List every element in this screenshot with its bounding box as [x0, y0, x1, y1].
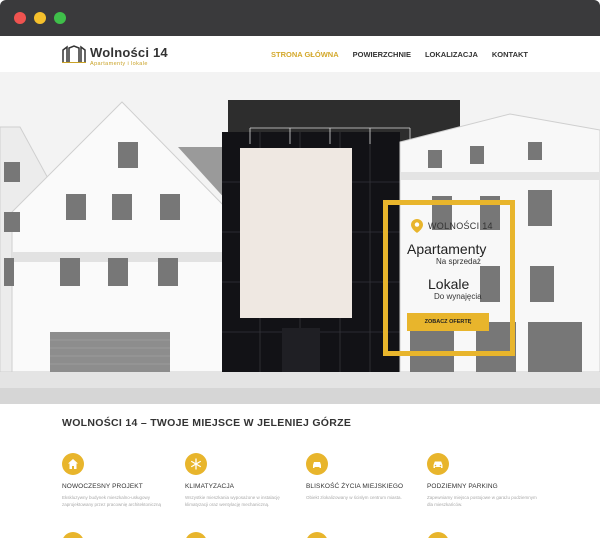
maximize-window-icon[interactable]: [54, 12, 66, 24]
logo-title: Wolności 14: [90, 45, 168, 60]
nav-item-contact[interactable]: KONTAKT: [492, 50, 528, 59]
feature-description: Obiekt zlokalizowany w ścisłym centrum m…: [306, 495, 402, 500]
home-icon: [62, 453, 84, 475]
feature-title: BLISKOŚĆ ŻYCIA MIEJSKIEGO: [306, 483, 404, 490]
building-logo-icon: [62, 45, 86, 63]
feature-description: Zapewniamy miejsca postojowe w garażu po…: [427, 495, 537, 507]
minimize-window-icon[interactable]: [34, 12, 46, 24]
feature-title: PODZIEMNY PARKING: [427, 483, 498, 490]
main-nav: STRONA GŁÓWNA POWIERZCHNIE LOKALIZACJA K…: [257, 50, 528, 59]
feature-description: Wszystkie mieszkania wyposażone w instal…: [185, 495, 280, 507]
logo[interactable]: Wolności 14 Apartamenty i lokale: [62, 44, 182, 68]
feature-icon-partial: [306, 532, 328, 538]
feature-icon-partial: [427, 532, 449, 538]
location-pin-icon: [411, 219, 423, 233]
section-title: WOLNOŚCI 14 – TWOJE MIEJSCE W JELENIEJ G…: [62, 417, 352, 429]
close-window-icon[interactable]: [14, 12, 26, 24]
browser-chrome: [0, 0, 600, 36]
snowflake-icon: [185, 453, 207, 475]
offer-premises-title: Lokale: [428, 276, 470, 292]
nav-item-home[interactable]: STRONA GŁÓWNA: [271, 50, 339, 59]
feature-icon-partial: [185, 532, 207, 538]
offer-apartments-subtitle: Na sprzedaż: [436, 257, 481, 266]
logo-subtitle: Apartamenty i lokale: [90, 61, 148, 67]
site-header: Wolności 14 Apartamenty i lokale STRONA …: [0, 36, 600, 72]
feature-description: Ekskluzywny budynek mieszkalno-usługowy …: [62, 495, 162, 507]
car-icon: [306, 453, 328, 475]
parking-icon: [427, 453, 449, 475]
hero-address: WOLNOŚCI 14: [428, 221, 493, 231]
nav-item-location[interactable]: LOKALIZACJA: [425, 50, 478, 59]
nav-item-spaces[interactable]: POWIERZCHNIE: [353, 50, 411, 59]
feature-icon-partial: [62, 532, 84, 538]
offer-premises-subtitle: Do wynajęcia: [434, 292, 482, 301]
offer-apartments-title: Apartamenty: [407, 241, 487, 257]
see-offer-button[interactable]: ZOBACZ OFERTĘ: [407, 313, 489, 331]
hero-banner: [0, 72, 600, 404]
feature-title: NOWOCZESNY PROJEKT: [62, 483, 143, 490]
feature-title: KLIMATYZACJA: [185, 483, 235, 490]
